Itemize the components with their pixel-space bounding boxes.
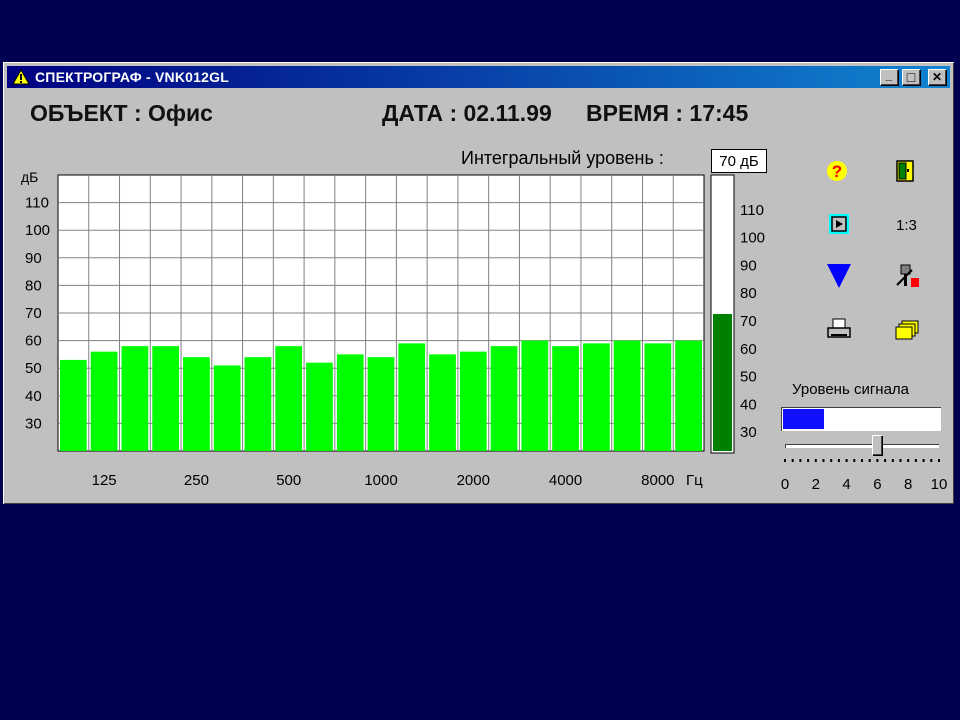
slider-tick	[891, 459, 894, 462]
slider-tick	[853, 459, 856, 462]
slider-tick	[837, 459, 840, 462]
slider-tick	[938, 459, 940, 462]
slider-scale-label: 6	[873, 476, 882, 493]
slider-tick	[914, 459, 917, 462]
slider-tick	[807, 459, 810, 462]
slider-tick	[791, 459, 794, 462]
slider-tick	[922, 459, 925, 462]
slider-tick	[861, 459, 863, 462]
slider-tick	[814, 459, 817, 462]
gain-slider-ticks	[784, 459, 940, 462]
slider-tick	[884, 459, 887, 462]
slider-scale-label: 8	[904, 476, 913, 493]
slider-tick	[830, 459, 833, 462]
slider-tick	[899, 459, 902, 462]
spectrograph-window: СПЕКТРОГРАФ - VNK012GL _ □ ✕ ОБЪЕКТ : Оф…	[3, 62, 954, 504]
slider-tick	[845, 459, 848, 462]
slider-scale-label: 4	[842, 476, 851, 493]
slider-tick	[822, 459, 825, 462]
slider-scale-label: 2	[811, 476, 820, 493]
slider-scale-label: 10	[930, 476, 948, 493]
slider-tick	[868, 459, 871, 462]
slider-tick	[784, 459, 786, 462]
slider-tick	[907, 459, 910, 462]
slider-tick	[876, 459, 879, 462]
slider-tick	[930, 459, 933, 462]
slider-tick	[799, 459, 802, 462]
slider-scale-label: 0	[780, 476, 790, 493]
